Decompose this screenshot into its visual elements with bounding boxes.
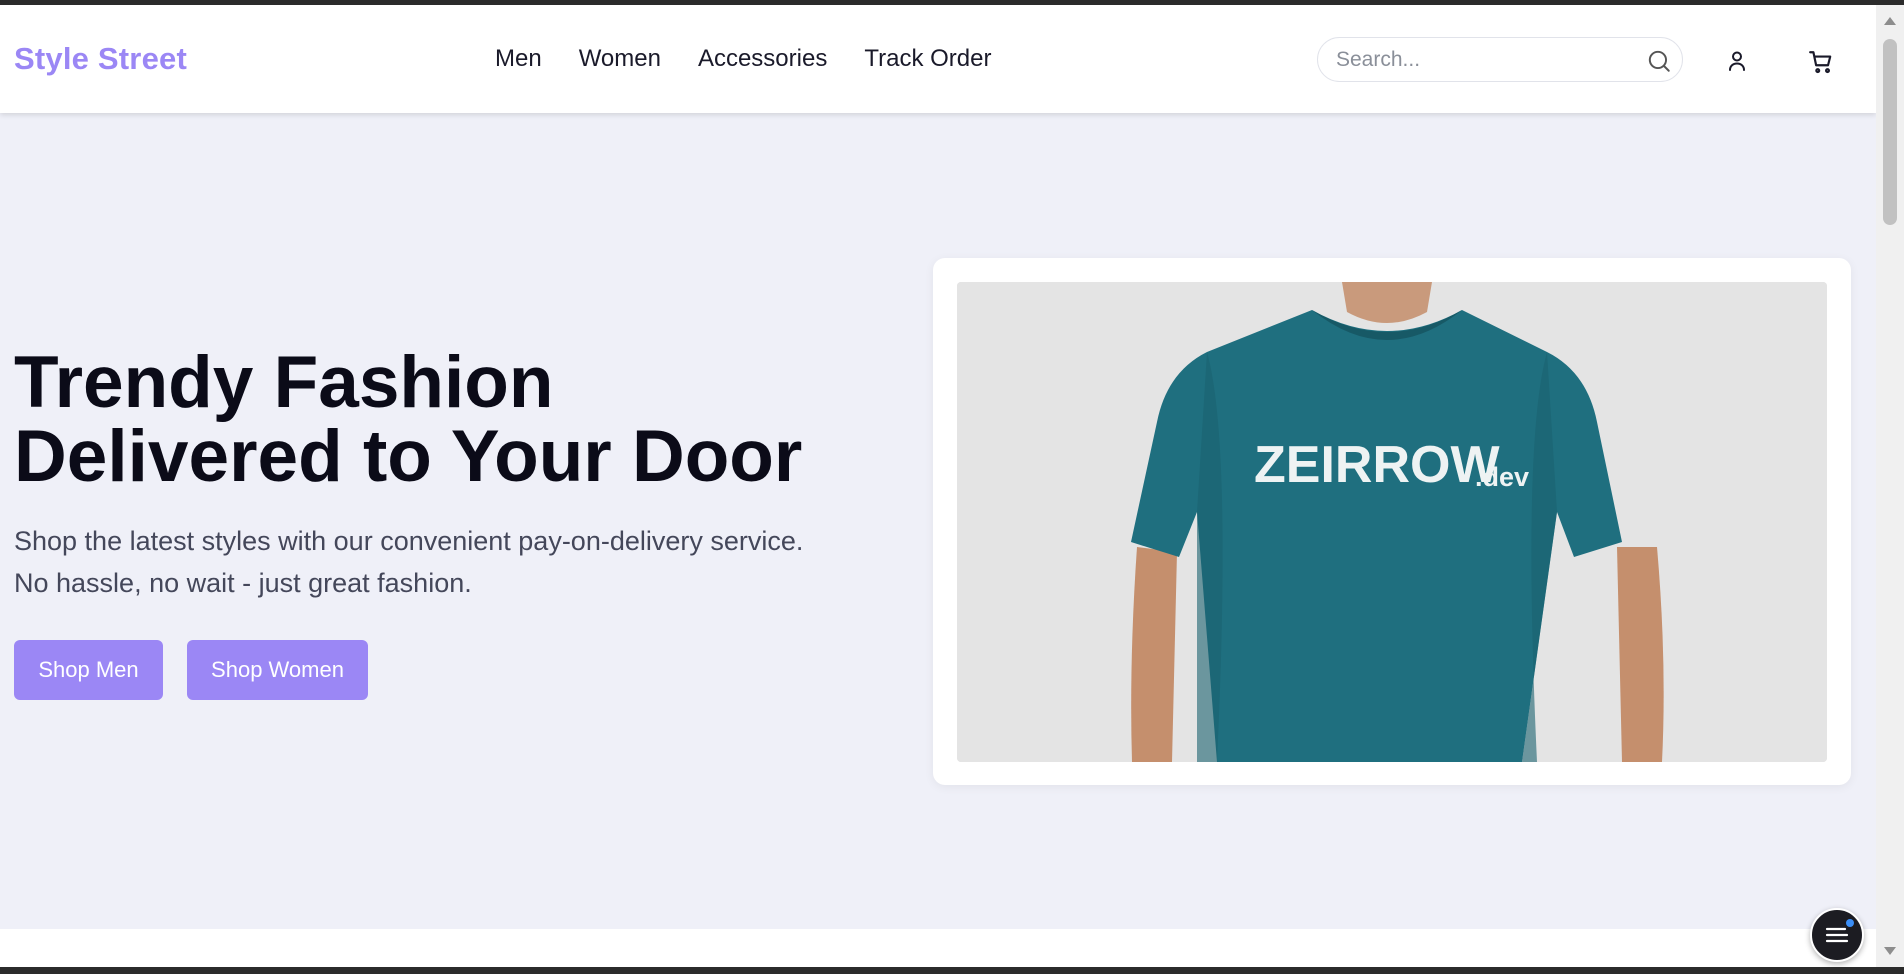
hero-title: Trendy Fashion Delivered to Your Door bbox=[14, 346, 802, 494]
user-icon[interactable] bbox=[1725, 49, 1749, 73]
hero-title-line-2: Delivered to Your Door bbox=[14, 416, 803, 497]
cart-icon[interactable] bbox=[1808, 49, 1832, 74]
hero-subtitle-line-1: Shop the latest styles with our convenie… bbox=[14, 526, 804, 556]
hero-title-line-1: Trendy Fashion bbox=[14, 342, 554, 423]
menu-icon bbox=[1825, 927, 1849, 943]
site-header: Style Street Men Women Accessories Track… bbox=[0, 5, 1876, 113]
chat-widget-button[interactable] bbox=[1810, 908, 1864, 962]
scroll-thumb[interactable] bbox=[1883, 39, 1897, 225]
scroll-down-arrow[interactable] bbox=[1884, 947, 1896, 955]
shirt-print-text: ZEIRROW bbox=[1254, 436, 1500, 494]
shirt-print-suffix: .dev bbox=[1475, 462, 1529, 492]
page-viewport: Style Street Men Women Accessories Track… bbox=[0, 5, 1876, 967]
nav-women[interactable]: Women bbox=[579, 45, 661, 73]
shop-men-button[interactable]: Shop Men bbox=[14, 640, 163, 700]
nav-track-order[interactable]: Track Order bbox=[864, 45, 991, 73]
hero-subtitle: Shop the latest styles with our convenie… bbox=[14, 520, 803, 604]
vertical-scrollbar[interactable] bbox=[1876, 5, 1904, 967]
search-input[interactable] bbox=[1336, 47, 1636, 73]
next-section bbox=[0, 929, 1876, 967]
notification-dot bbox=[1846, 919, 1854, 927]
nav-men[interactable]: Men bbox=[495, 45, 542, 73]
shop-women-button[interactable]: Shop Women bbox=[187, 640, 368, 700]
hero-product-image: ZEIRROW .dev bbox=[957, 282, 1827, 762]
hero-subtitle-line-2: No hassle, no wait - just great fashion. bbox=[14, 568, 472, 598]
logo[interactable]: Style Street bbox=[14, 41, 187, 77]
search-box bbox=[1317, 37, 1683, 82]
main-nav: Men Women Accessories Track Order bbox=[495, 45, 991, 73]
hero-image-card: ZEIRROW .dev bbox=[933, 258, 1851, 785]
nav-accessories[interactable]: Accessories bbox=[698, 45, 827, 73]
scroll-up-arrow[interactable] bbox=[1884, 17, 1896, 25]
search-icon[interactable] bbox=[1646, 48, 1672, 74]
